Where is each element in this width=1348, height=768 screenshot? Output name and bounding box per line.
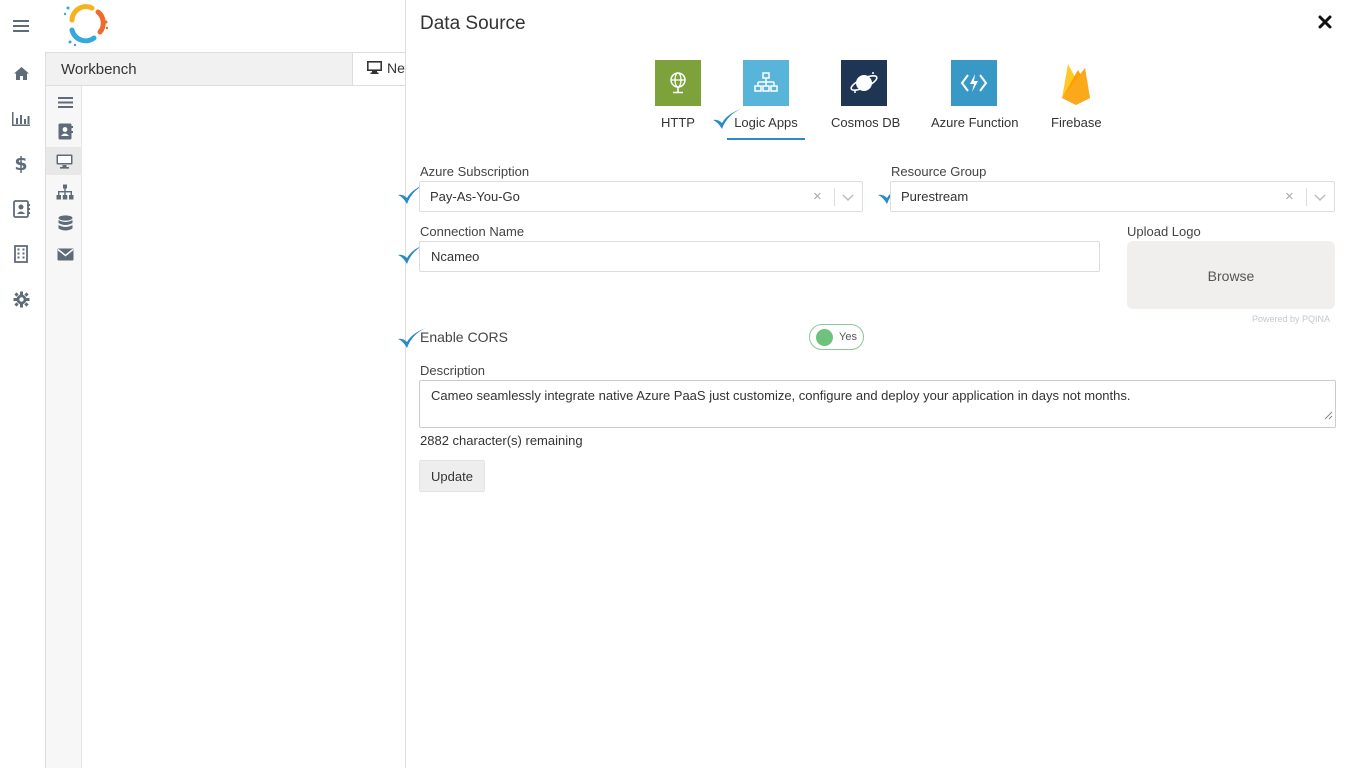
- workbench-tab[interactable]: Ne: [352, 53, 412, 85]
- description-value: Cameo seamlessly integrate native Azure …: [431, 388, 1131, 403]
- update-button[interactable]: Update: [419, 460, 485, 492]
- list-icon[interactable]: [55, 92, 75, 112]
- logic-apps-icon: [743, 60, 789, 106]
- workbench-header: Workbench Ne: [45, 52, 412, 86]
- azure-function-icon: [951, 60, 997, 106]
- upload-logo-dropzone[interactable]: Browse: [1127, 241, 1335, 309]
- close-icon[interactable]: [1318, 15, 1336, 33]
- description-label: Description: [420, 363, 486, 378]
- firebase-icon: [1053, 60, 1099, 106]
- select-separator: [1306, 188, 1307, 206]
- toggle-knob: [816, 329, 833, 346]
- resource-group-label: Resource Group: [891, 164, 987, 179]
- desktop-icon[interactable]: [46, 147, 82, 175]
- description-textarea[interactable]: Cameo seamlessly integrate native Azure …: [419, 380, 1336, 428]
- sitemap-icon[interactable]: [55, 182, 75, 202]
- left-rail: $: [0, 0, 45, 768]
- resize-grip-icon[interactable]: [1324, 407, 1333, 425]
- azure-subscription-label: Azure Subscription: [420, 164, 530, 179]
- enable-cors-toggle[interactable]: Yes: [809, 324, 864, 350]
- source-cosmos-db[interactable]: Cosmos DB: [831, 60, 901, 130]
- workbench-tab-label: Ne: [387, 60, 405, 76]
- gear-icon[interactable]: [10, 288, 32, 310]
- app-logo[interactable]: [62, 2, 110, 48]
- source-http[interactable]: HTTP: [655, 60, 701, 130]
- browse-button[interactable]: Browse: [1127, 268, 1335, 284]
- azure-subscription-select[interactable]: Pay-As-You-Go ×: [419, 181, 863, 212]
- azure-subscription-value: Pay-As-You-Go: [430, 189, 520, 204]
- resource-group-value: Purestream: [901, 189, 969, 204]
- monitor-icon: [367, 61, 382, 79]
- clear-icon[interactable]: ×: [813, 188, 822, 205]
- building-icon[interactable]: [10, 243, 32, 265]
- source-firebase[interactable]: Firebase: [1051, 60, 1102, 130]
- envelope-icon[interactable]: [55, 244, 75, 264]
- clear-icon[interactable]: ×: [1285, 188, 1294, 205]
- source-label: Azure Function: [931, 115, 1019, 130]
- source-label: Firebase: [1051, 115, 1102, 130]
- selected-source-underline: [727, 138, 805, 140]
- data-source-panel: Data Source HTTP Logic Apps Cosmos DB Az…: [398, 0, 1348, 768]
- connection-name-label: Connection Name: [420, 224, 525, 239]
- source-label: HTTP: [661, 115, 695, 130]
- contacts-icon[interactable]: [10, 198, 32, 220]
- chevron-down-icon[interactable]: [842, 188, 854, 211]
- select-separator: [834, 188, 835, 206]
- connection-name-input[interactable]: Ncameo: [419, 241, 1100, 272]
- enable-cors-label: Enable CORS: [420, 329, 508, 345]
- resource-group-select[interactable]: Purestream ×: [890, 181, 1335, 212]
- globe-icon: [655, 60, 701, 106]
- powered-by-credit[interactable]: Powered by PQINA: [1252, 314, 1330, 324]
- chevron-down-icon[interactable]: [1314, 188, 1326, 211]
- workbench-toolbar: [45, 86, 82, 768]
- source-label: Logic Apps: [734, 115, 798, 130]
- connection-name-value: Ncameo: [431, 249, 480, 264]
- panel-title: Data Source: [420, 13, 526, 34]
- workbench-title: Workbench: [61, 61, 137, 78]
- dollar-icon[interactable]: $: [10, 153, 32, 175]
- hamburger-menu-icon[interactable]: [10, 15, 32, 37]
- source-label: Cosmos DB: [831, 115, 901, 130]
- source-azure-function[interactable]: Azure Function: [931, 60, 1019, 130]
- upload-logo-label: Upload Logo: [1127, 224, 1201, 239]
- characters-remaining: 2882 character(s) remaining: [420, 433, 583, 448]
- source-logic-apps[interactable]: Logic Apps: [727, 60, 805, 130]
- toggle-text: Yes: [839, 331, 857, 343]
- planet-icon: [841, 60, 887, 106]
- database-icon[interactable]: [55, 213, 75, 233]
- home-icon[interactable]: [10, 62, 32, 84]
- address-book-icon[interactable]: [55, 121, 75, 141]
- bar-chart-icon[interactable]: [10, 108, 32, 130]
